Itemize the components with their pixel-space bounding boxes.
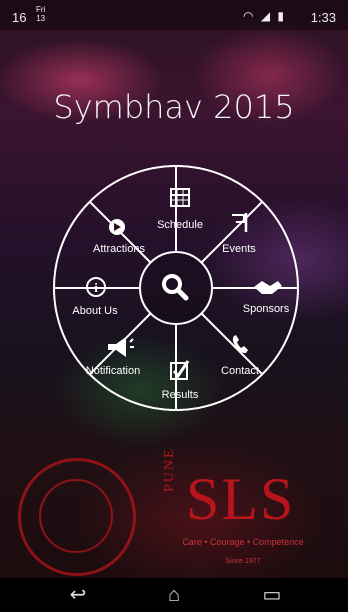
- recents-icon: ▭: [262, 584, 282, 606]
- menu-item-contact[interactable]: Contact: [221, 335, 259, 377]
- home-icon: ⌂: [167, 584, 181, 606]
- brand-tagline: Care • Courage • Competence: [182, 537, 304, 547]
- menu-item-about-us[interactable]: i About Us: [72, 277, 118, 317]
- menu-item-events[interactable]: Events: [222, 213, 256, 255]
- menu-item-attractions[interactable]: Attractions: [93, 219, 145, 255]
- menu-item-sponsors[interactable]: Sponsors: [243, 281, 290, 315]
- menu-label-events: Events: [222, 243, 256, 255]
- svg-text:i: i: [94, 280, 98, 295]
- play-icon: [109, 219, 125, 235]
- handshake-icon: [254, 281, 282, 294]
- university-seal-logo: [18, 458, 136, 576]
- menu-label-schedule: Schedule: [157, 219, 203, 231]
- seal-inner-ring: [39, 479, 113, 553]
- menu-label-contact: Contact: [221, 365, 259, 377]
- phone-icon: [232, 335, 248, 354]
- brand-since: Since 1977: [225, 558, 261, 565]
- back-icon: ↩: [69, 584, 87, 606]
- recents-button[interactable]: ▭: [252, 582, 292, 608]
- menu-label-attractions: Attractions: [93, 243, 145, 255]
- menu-label-sponsors: Sponsors: [243, 303, 290, 315]
- checkbox-icon: [170, 360, 190, 380]
- calendar-icon: [170, 188, 190, 207]
- home-button[interactable]: ⌂: [154, 582, 194, 608]
- menu-item-results[interactable]: Results: [162, 360, 199, 401]
- menu-label-notification: Notification: [86, 365, 140, 377]
- app-screen: 16 Fri 13 ◠ ◢ ▮ 1:33 Symbhav 2015 Schedu…: [0, 0, 348, 612]
- back-button[interactable]: ↩: [58, 582, 98, 608]
- search-button[interactable]: [142, 254, 210, 322]
- menu-label-results: Results: [162, 389, 199, 401]
- menu-item-notification[interactable]: Notification: [86, 337, 140, 377]
- brand-city: PUNE: [162, 447, 177, 492]
- menu-item-schedule[interactable]: Schedule: [157, 188, 203, 231]
- brand-logo-text: SLS: [186, 466, 296, 532]
- system-nav-bar: ↩ ⌂ ▭: [0, 578, 348, 612]
- megaphone-icon: [108, 337, 134, 357]
- menu-label-about-us: About Us: [72, 305, 118, 317]
